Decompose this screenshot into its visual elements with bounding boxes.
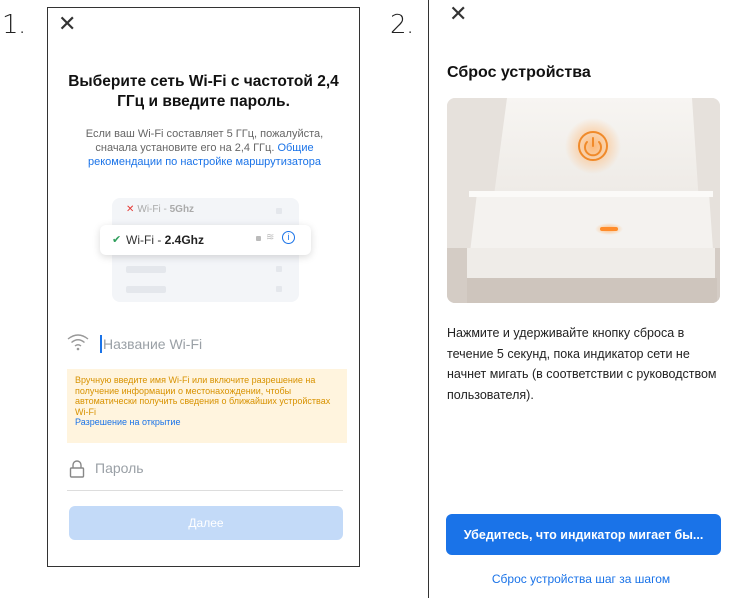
location-permission-warning: Вручную введите имя Wi-Fi или включите р… (67, 369, 347, 443)
router-illustration (447, 98, 720, 303)
close-icon[interactable]: ✕ (449, 4, 467, 26)
device-reset-screen: ✕ Сброс устройства Нажмите и удерживайте… (428, 0, 732, 598)
page-title: Сброс устройства (447, 64, 591, 81)
close-icon[interactable]: ✕ (58, 14, 76, 36)
text-cursor (100, 335, 102, 353)
placeholder-icon (276, 286, 282, 292)
confirm-blinking-button[interactable]: Убедитесь, что индикатор мигает бы... (446, 514, 721, 555)
lock-icon (256, 236, 261, 241)
wifi-name-input[interactable] (103, 334, 333, 354)
page-title: Выберите сеть Wi-Fi с частотой 2,4 ГГц и… (68, 73, 339, 110)
step-number-2: 2. (390, 10, 414, 40)
network-5ghz-band: 5Ghz (169, 204, 195, 215)
cross-icon: ✕ (126, 204, 135, 215)
divider (67, 490, 343, 491)
router-photo (447, 98, 720, 303)
network-5ghz-row: ✕ Wi-Fi - 5Ghz (126, 204, 194, 215)
reset-instructions: Нажмите и удерживайте кнопку сброса в те… (447, 326, 717, 402)
wifi-signal-icon: ≋ (266, 232, 275, 243)
placeholder-icon (276, 266, 282, 272)
network-24ghz-label: Wi-Fi - 2.4Ghz (126, 233, 205, 247)
password-input[interactable] (95, 458, 315, 478)
check-icon: ✔ (112, 234, 122, 246)
info-icon: i (282, 231, 295, 244)
warning-text: Вручную введите имя Wi-Fi или включите р… (75, 375, 331, 417)
placeholder-bar (126, 286, 166, 293)
network-5ghz-label: Wi-Fi - (137, 204, 170, 215)
step-number-1: 1. (2, 10, 26, 40)
wifi-icon (67, 334, 89, 351)
wifi-setup-screen: ✕ Выберите сеть Wi-Fi с частотой 2,4 ГГц… (47, 7, 360, 567)
description: Если ваш Wi-Fi составляет 5 ГГц, пожалуй… (64, 127, 345, 169)
permission-link[interactable]: Разрешение на открытие (75, 417, 180, 427)
lock-icon (69, 460, 85, 478)
network-24ghz-card: ✔ Wi-Fi - 2.4Ghz ≋ i (100, 225, 311, 255)
next-button[interactable]: Далее (69, 506, 343, 540)
reset-step-by-step-link[interactable]: Сброс устройства шаг за шагом (429, 572, 732, 586)
placeholder-bar (126, 266, 166, 273)
placeholder-icon (276, 208, 282, 214)
